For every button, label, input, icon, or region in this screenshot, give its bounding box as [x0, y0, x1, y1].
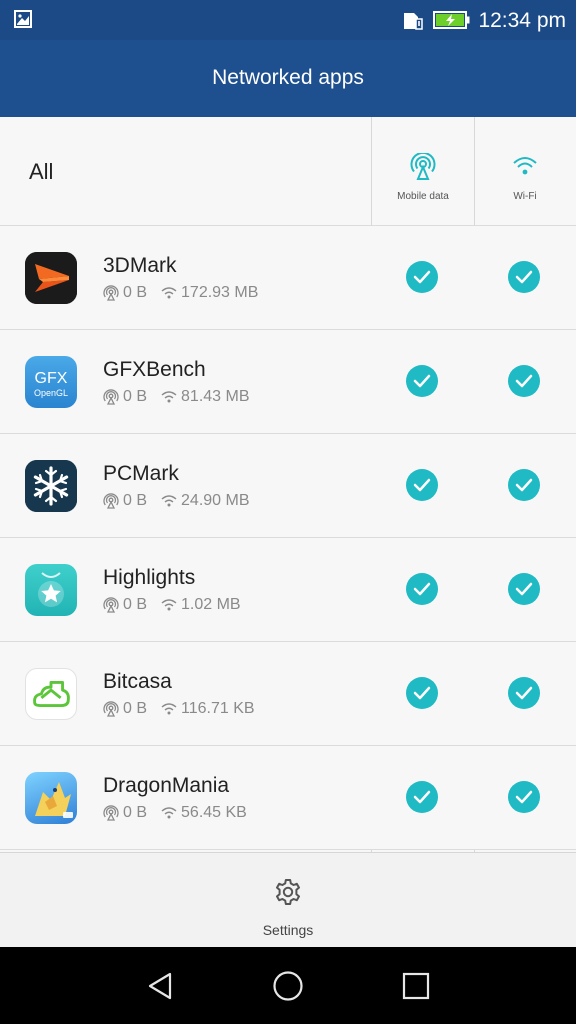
sim-icon: [404, 13, 423, 30]
wifi-icon: [161, 495, 177, 507]
mobile-data-toggle[interactable]: [406, 677, 438, 709]
wifi-usage: 1.02 MB: [181, 596, 241, 613]
app-row-dragonmania[interactable]: DragonMania 0 B 56.45 KB: [0, 746, 576, 850]
3dmark-icon: [25, 252, 77, 304]
mobile-data-icon: [103, 701, 119, 717]
mobile-data-toggle[interactable]: [406, 365, 438, 397]
wifi-usage: 116.71 KB: [181, 700, 255, 717]
wifi-toggle[interactable]: [508, 677, 540, 709]
wifi-toggle[interactable]: [508, 781, 540, 813]
app-usage: 0 B 116.71 KB: [103, 700, 255, 718]
wifi-usage: 24.90 MB: [181, 492, 250, 509]
wifi-icon: [161, 391, 177, 403]
app-list: 3DMark 0 B 172.93 MB GFX OpenGL GFXBench…: [0, 226, 576, 852]
mobile-data-toggle[interactable]: [406, 261, 438, 293]
wifi-toggle[interactable]: [508, 469, 540, 501]
app-name: Bitcasa: [103, 670, 172, 693]
wifi-usage: 56.45 KB: [181, 804, 247, 821]
list-header: All Mobile data Wi-Fi: [0, 117, 576, 226]
wifi-toggle[interactable]: [508, 261, 540, 293]
app-usage: 0 B 172.93 MB: [103, 284, 258, 302]
mobile-data-toggle[interactable]: [406, 573, 438, 605]
app-row-pcmark[interactable]: PCMark 0 B 24.90 MB: [0, 434, 576, 538]
mobile-data-icon: [410, 153, 436, 180]
mobile-data-icon: [103, 805, 119, 821]
wifi-toggle[interactable]: [508, 573, 540, 605]
mobile-data-icon: [103, 285, 119, 301]
app-name: PCMark: [103, 462, 179, 485]
settings-button[interactable]: Settings: [0, 922, 576, 938]
pcmark-icon: [25, 460, 77, 512]
mobile-data-toggle[interactable]: [406, 781, 438, 813]
all-filter[interactable]: All: [29, 159, 53, 185]
wifi-icon: [513, 157, 537, 175]
mobile-data-icon: [103, 597, 119, 613]
app-usage: 0 B 24.90 MB: [103, 492, 250, 510]
wifi-label: Wi-Fi: [513, 191, 537, 202]
wifi-icon: [161, 703, 177, 715]
app-name: Highlights: [103, 566, 196, 589]
status-bar: 12:34 pm: [0, 0, 576, 40]
app-usage: 0 B 56.45 KB: [103, 804, 247, 822]
recents-icon[interactable]: [399, 969, 433, 1003]
battery-charging-icon: [433, 11, 470, 29]
gfx-icon-text: GFX: [35, 370, 68, 387]
app-row-bitcasa[interactable]: Bitcasa 0 B 116.71 KB: [0, 642, 576, 746]
wifi-icon: [161, 807, 177, 819]
navigation-bar: [0, 947, 576, 1024]
app-name: GFXBench: [103, 358, 206, 381]
app-name: 3DMark: [103, 254, 177, 277]
mobile-data-icon: [103, 493, 119, 509]
wifi-toggle[interactable]: [508, 365, 540, 397]
mobile-usage: 0 B: [123, 284, 148, 301]
app-usage: 0 B 1.02 MB: [103, 596, 241, 614]
mobile-data-column-header[interactable]: Mobile data: [372, 117, 474, 225]
mobile-data-toggle[interactable]: [406, 469, 438, 501]
mobile-usage: 0 B: [123, 388, 148, 405]
home-icon[interactable]: [271, 969, 305, 1003]
app-name: DragonMania: [103, 774, 230, 797]
wifi-icon: [161, 599, 177, 611]
app-row-3dmark[interactable]: 3DMark 0 B 172.93 MB: [0, 226, 576, 330]
bitcasa-icon: [25, 668, 77, 720]
page-title: Networked apps: [212, 66, 364, 89]
bottom-bar: Settings: [0, 852, 576, 948]
mobile-data-label: Mobile data: [397, 191, 449, 202]
wifi-usage: 172.93 MB: [181, 284, 259, 301]
app-usage: 0 B 81.43 MB: [103, 388, 250, 406]
wifi-icon: [161, 287, 177, 299]
wifi-column-header[interactable]: Wi-Fi: [474, 117, 576, 225]
gfxbench-icon: GFX OpenGL: [25, 356, 77, 408]
wifi-usage: 81.43 MB: [181, 388, 250, 405]
gear-icon[interactable]: [273, 877, 303, 907]
highlights-icon: [25, 564, 77, 616]
mobile-data-icon: [103, 389, 119, 405]
mobile-usage: 0 B: [123, 804, 148, 821]
status-time: 12:34 pm: [478, 9, 566, 32]
back-icon[interactable]: [143, 969, 177, 1003]
app-row-gfxbench[interactable]: GFX OpenGL GFXBench 0 B 81.43 MB: [0, 330, 576, 434]
mobile-usage: 0 B: [123, 492, 148, 509]
dragonmania-icon: [25, 772, 77, 824]
gfx-icon-subtext: OpenGL: [34, 388, 68, 398]
mobile-usage: 0 B: [123, 596, 148, 613]
mobile-usage: 0 B: [123, 700, 148, 717]
app-bar: Networked apps: [0, 40, 576, 117]
image-icon: [14, 10, 32, 28]
app-row-highlights[interactable]: Highlights 0 B 1.02 MB: [0, 538, 576, 642]
